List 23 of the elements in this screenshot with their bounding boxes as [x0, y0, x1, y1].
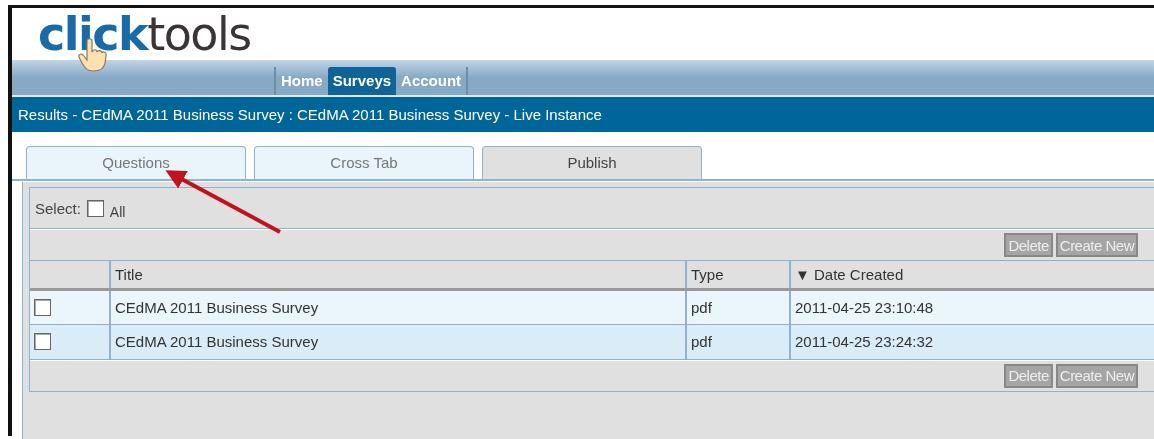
select-label: Select:: [35, 199, 81, 217]
action-button[interactable]: Delete: [1004, 233, 1053, 257]
table-cell: 2011-04-25 23:10:48: [790, 289, 1154, 324]
tab[interactable]: Publish: [482, 146, 702, 179]
nav-tab[interactable]: Account: [396, 67, 467, 95]
table-cell: CEdMA 2011 Business Survey: [110, 289, 686, 324]
tab[interactable]: Questions: [26, 146, 246, 179]
table-cell: pdf: [686, 289, 790, 324]
nav-tab[interactable]: Home: [276, 67, 328, 95]
clicktools-logo: clicktools: [38, 8, 251, 60]
page-title: Results - CEdMA 2011 Business Survey : CEdMA 2011 Business Survey - Live Instance: [12, 97, 1154, 132]
table-cell: pdf: [686, 324, 790, 359]
action-button[interactable]: Delete: [1004, 363, 1053, 388]
row-checkbox[interactable]: [34, 333, 51, 350]
tab[interactable]: Cross Tab: [254, 146, 474, 179]
table-cell: 2011-04-25 23:24:32: [790, 324, 1154, 359]
action-button[interactable]: Create New: [1055, 233, 1138, 257]
all-label: All: [109, 204, 126, 220]
select-all-checkbox[interactable]: [86, 199, 104, 217]
row-checkbox[interactable]: [34, 298, 51, 316]
table-cell: CEdMA 2011 Business Survey: [110, 324, 686, 359]
nav-tab[interactable]: Surveys: [327, 67, 397, 95]
action-button[interactable]: Create New: [1055, 363, 1138, 388]
